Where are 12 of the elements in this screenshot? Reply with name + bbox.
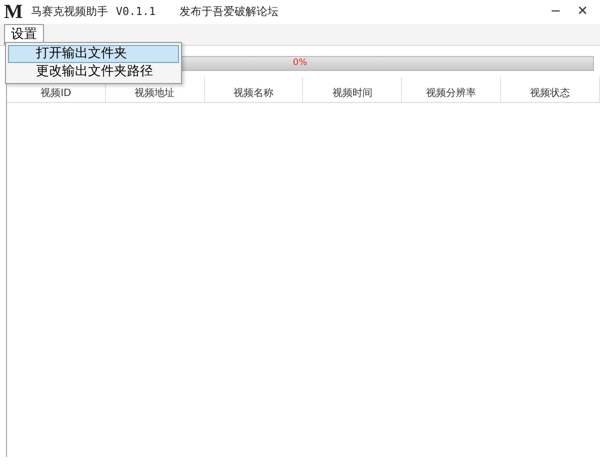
- column-header: 视频时间: [303, 77, 402, 102]
- menu-option[interactable]: 打开输出文件夹: [8, 45, 179, 63]
- window-title: 马赛克视频助手: [30, 4, 108, 20]
- minimize-button[interactable]: −: [542, 2, 570, 22]
- column-header: 视频状态: [501, 77, 600, 102]
- app-logo: M: [4, 2, 23, 22]
- version-label: V0.1.1: [116, 4, 156, 20]
- close-button[interactable]: ✕: [569, 2, 596, 22]
- column-header: 视频名称: [204, 77, 304, 102]
- subtitle: 发布于吾爱破解论坛: [180, 4, 279, 20]
- column-header: 视频分辨率: [402, 77, 502, 102]
- progress-reading: 0%: [292, 57, 308, 70]
